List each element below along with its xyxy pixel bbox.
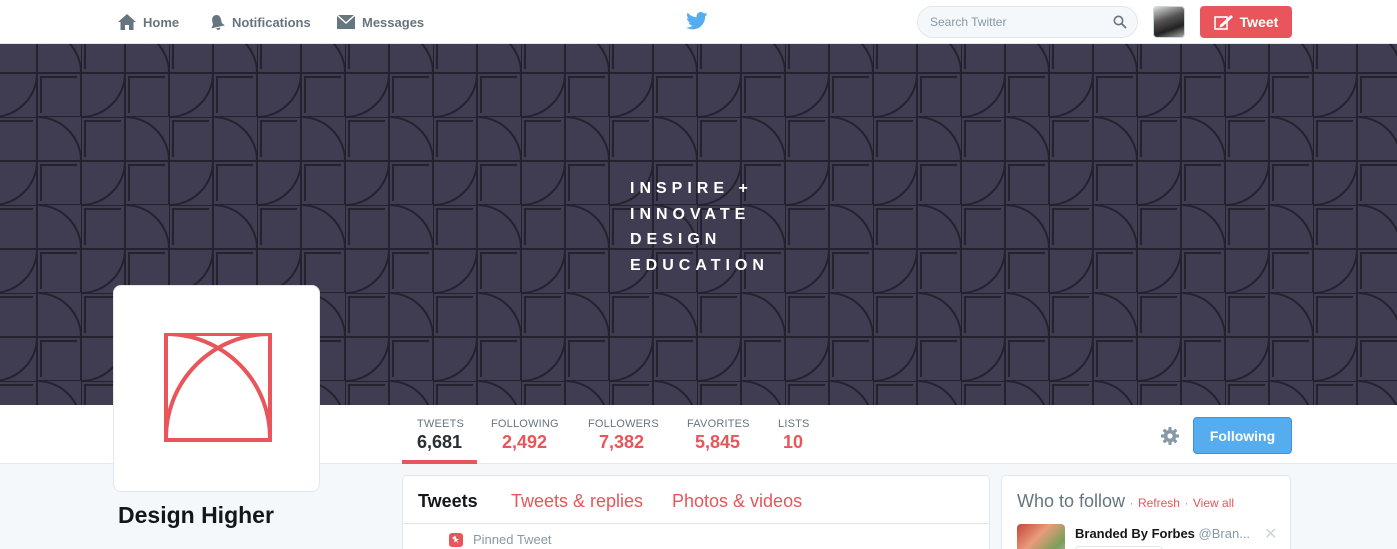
active-tab-indicator [402,460,477,464]
pinned-tweet-context: Pinned Tweet [449,532,552,547]
who-to-follow: Who to follow · Refresh · View all Brand… [1001,475,1291,549]
suggestion-avatar[interactable] [1017,524,1065,549]
refresh-link[interactable]: Refresh [1138,496,1180,510]
view-all-link[interactable]: View all [1193,496,1234,510]
compose-tweet-button[interactable]: Tweet [1200,6,1292,38]
suggestion-handle: @Bran... [1198,526,1251,541]
separator: · [1129,496,1134,510]
stat-label: TWEETS [417,418,465,430]
compose-tweet-label: Tweet [1239,14,1279,30]
design-higher-logo [162,332,274,442]
pin-icon [449,532,463,547]
home-icon [118,14,136,30]
profile-avatar[interactable] [113,285,320,492]
suggestion-name[interactable]: Branded By Forbes @Bran... [1075,526,1250,541]
nav-notifications-label: Notifications [232,14,311,30]
who-to-follow-title: Who to follow [1017,491,1126,511]
nav-home-label: Home [143,14,180,30]
stat-value: 6,681 [417,432,463,452]
separator: · [1184,496,1189,510]
gear-icon[interactable] [1160,426,1180,446]
nav-messages-label: Messages [362,14,425,30]
envelope-icon [336,14,356,29]
banner-tagline: INSPIRE + INNOVATE DESIGN EDUCATION [630,176,769,278]
stat-label: FOLLOWING [491,418,559,430]
compose-icon [1213,15,1233,30]
who-to-follow-header: Who to follow · Refresh · View all [1017,491,1234,512]
twitter-bird-icon[interactable] [686,12,708,30]
tab-photos-videos[interactable]: Photos & videos [672,491,802,512]
stat-value: 7,382 [599,432,645,452]
following-button[interactable]: Following [1193,417,1292,454]
dismiss-icon[interactable]: ✕ [1264,524,1277,544]
nav-notifications[interactable]: Notifications [208,0,311,44]
search-input[interactable] [930,7,1110,37]
timeline: Tweets Tweets & replies Photos & videos … [402,475,990,549]
banner-line: INNOVATE [630,205,751,223]
profile-name[interactable]: Design Higher [118,502,274,529]
stat-label: LISTS [778,418,810,430]
search-icon[interactable] [1113,15,1127,29]
tab-tweets[interactable]: Tweets [418,491,478,512]
stat-value: 5,845 [695,432,741,452]
nav-messages[interactable]: Messages [336,0,424,44]
stat-label: FOLLOWERS [588,418,659,430]
top-nav: Home Notifications Messages Tweet [0,0,1397,44]
banner-line: INSPIRE + [630,180,753,197]
bell-icon [211,15,225,30]
tab-tweets-replies[interactable]: Tweets & replies [511,491,643,512]
stat-label: FAVORITES [687,418,750,430]
suggestion-fullname: Branded By Forbes [1075,526,1195,541]
search-box[interactable] [917,6,1138,38]
banner-line: EDUCATION [630,256,769,274]
timeline-tabs: Tweets Tweets & replies Photos & videos [403,476,989,524]
nav-home[interactable]: Home [117,0,179,44]
banner-line: DESIGN [630,231,722,248]
user-avatar[interactable] [1153,6,1185,38]
pinned-label: Pinned Tweet [473,532,552,547]
stat-value: 10 [783,432,804,452]
stat-value: 2,492 [502,432,548,452]
